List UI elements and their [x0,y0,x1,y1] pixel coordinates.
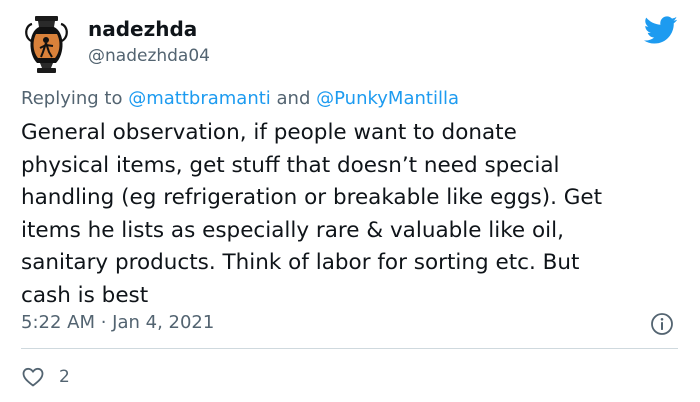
reply-prefix: Replying to [21,88,123,109]
tweet-timestamp[interactable]: 5:22 AM · Jan 4, 2021 [21,311,214,335]
avatar[interactable] [22,14,71,76]
mention-link-mattbramanti[interactable]: @mattbramanti [128,88,271,109]
mention-link-punkymantilla[interactable]: @PunkyMantilla [316,88,459,109]
tweet-text-line: sanitary products. Think of labor for so… [21,250,580,275]
twitter-bird-icon[interactable] [643,16,678,45]
tweet-card: nadezhda @nadezhda04 Replying to @mattbr… [0,0,700,402]
amphora-icon [25,16,68,73]
like-button[interactable]: 2 [21,365,70,389]
divider [21,348,678,349]
tweet-text-line: cash is best [21,282,149,308]
display-name[interactable]: nadezhda [88,17,197,41]
tweet-text-line: handling (eg refrigeration or breakable … [21,185,603,210]
tweet-text-line: physical items, get stuff that doesn’t n… [21,152,560,178]
user-handle[interactable]: @nadezhda04 [88,45,210,67]
tweet-text-line: General observation, if people want to d… [21,120,517,145]
info-icon[interactable] [650,312,674,336]
reply-context: Replying to @mattbramanti and @PunkyMant… [21,88,459,110]
reply-joiner: and [276,88,311,109]
like-count: 2 [59,367,70,387]
heart-icon [22,367,44,387]
tweet-text-line: items he lists as especially rare & valu… [21,217,564,243]
tweet-text: General observation, if people want to d… [21,117,686,312]
